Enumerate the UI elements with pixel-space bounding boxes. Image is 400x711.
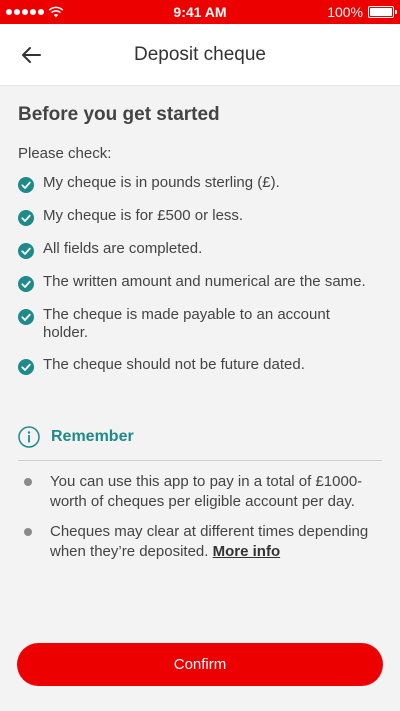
checklist: My cheque is in pounds sterling (£). My … <box>18 174 378 389</box>
check-circle-icon <box>18 177 34 193</box>
info-icon <box>18 426 40 448</box>
list-item-text: Cheques may clear at different times dep… <box>50 522 376 562</box>
battery-status: 100% <box>327 0 397 24</box>
list-item: You can use this app to pay in a total o… <box>24 472 376 512</box>
battery-percent: 100% <box>327 4 363 20</box>
checklist-item-text: The cheque should not be future dated. <box>43 356 305 373</box>
checklist-item: My cheque is in pounds sterling (£). <box>18 174 378 193</box>
confirm-button[interactable]: Confirm <box>17 643 383 686</box>
status-bar: 9:41 AM 100% <box>0 0 400 24</box>
more-info-link[interactable]: More info <box>213 543 281 560</box>
bullet-icon <box>24 528 32 536</box>
remember-list: You can use this app to pay in a total o… <box>24 472 376 572</box>
checklist-item: The cheque is made payable to an account… <box>18 306 378 342</box>
list-item-text: You can use this app to pay in a total o… <box>50 473 363 510</box>
checklist-item: All fields are completed. <box>18 240 378 259</box>
app-header: Deposit cheque <box>0 24 400 86</box>
checklist-item: The cheque should not be future dated. <box>18 356 378 375</box>
list-item: Cheques may clear at different times dep… <box>24 522 376 562</box>
divider <box>18 460 382 461</box>
battery-icon <box>368 6 397 18</box>
arrow-left-icon <box>22 47 41 63</box>
section-title: Before you get started <box>18 104 220 125</box>
check-circle-icon <box>18 309 34 325</box>
page-title: Deposit cheque <box>133 43 267 65</box>
remember-label: Remember <box>51 428 134 445</box>
back-button[interactable] <box>14 38 48 72</box>
checklist-item-text: The written amount and numerical are the… <box>43 273 366 290</box>
check-circle-icon <box>18 276 34 292</box>
battery-fill <box>370 8 392 16</box>
checklist-item: The written amount and numerical are the… <box>18 273 378 292</box>
check-circle-icon <box>18 243 34 259</box>
remember-heading: Remember <box>18 426 134 448</box>
check-circle-icon <box>18 210 34 226</box>
list-item-body: Cheques may clear at different times dep… <box>50 523 369 560</box>
checklist-item-text: The cheque is made payable to an account… <box>43 306 330 341</box>
check-circle-icon <box>18 359 34 375</box>
checklist-item-text: My cheque is in pounds sterling (£). <box>43 174 280 191</box>
bullet-icon <box>24 478 32 486</box>
checklist-item-text: My cheque is for £500 or less. <box>43 207 244 224</box>
intro-text: Please check: <box>18 145 112 162</box>
checklist-item: My cheque is for £500 or less. <box>18 207 378 226</box>
checklist-item-text: All fields are completed. <box>43 240 203 257</box>
